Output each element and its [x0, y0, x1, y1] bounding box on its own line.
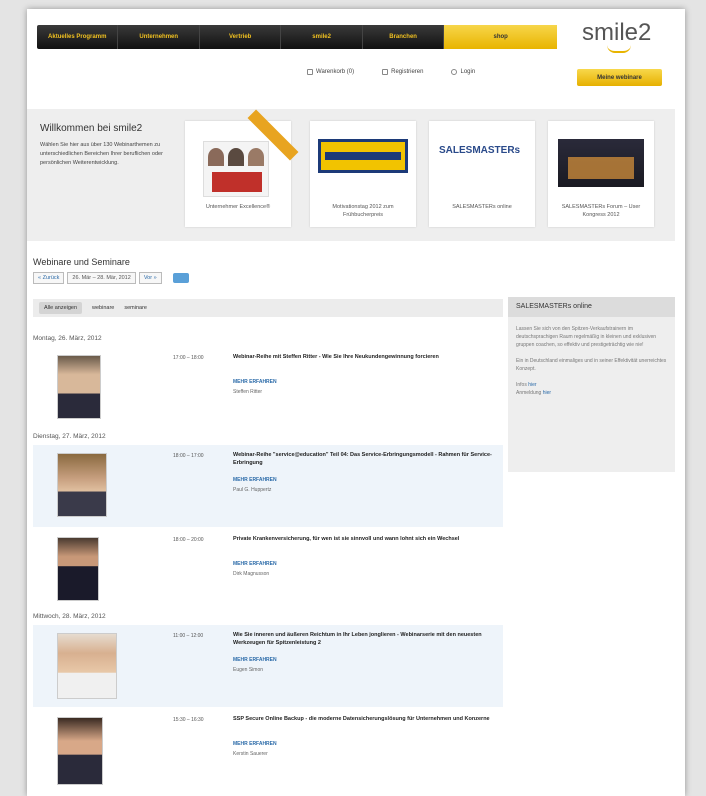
sidebar-title: SALESMASTERs online [508, 297, 675, 317]
event-title[interactable]: Private Krankenversicherung, für wen ist… [233, 535, 493, 543]
tab-seminars[interactable]: seminare [124, 305, 147, 311]
cart-label: Warenkorb (0) [316, 69, 355, 75]
promo-card-salesmasters[interactable]: SALESMASTERs SALESMASTERs online [429, 121, 535, 227]
utility-links: Warenkorb (0) Registrieren Login [307, 69, 475, 75]
event-time: 18:00 – 20:00 [173, 537, 204, 543]
login-label: Login [460, 69, 476, 75]
person-image [208, 148, 224, 166]
cart-link[interactable]: Warenkorb (0) [307, 69, 354, 75]
event-time: 15:30 – 16:30 [173, 717, 204, 723]
sidebar-text: Lassen Sie sich von den Spitzen-Verkaufs… [516, 326, 657, 348]
date-navigation: « Zurück 26. Mär – 28. Mär, 2012 Vor » [33, 272, 189, 284]
event-title[interactable]: SSP Secure Online Backup - die moderne D… [233, 715, 493, 723]
more-link[interactable]: MEHR ERFAHREN [233, 561, 277, 567]
register-link[interactable]: Registrieren [382, 69, 423, 75]
info-link[interactable]: hier [528, 382, 536, 388]
event-row: 18:00 – 20:00 Private Krankenversicherun… [33, 529, 503, 609]
speaker-photo [57, 633, 117, 699]
salesmasters-logo: SALESMASTERs [439, 145, 521, 156]
event-speaker: Kerstin Sauerer [233, 751, 268, 757]
page: Aktuelles Programm Unternehmen Vertrieb … [27, 9, 685, 796]
nav-item-company[interactable]: Unternehmen [118, 25, 200, 49]
welcome-title: Willkommen bei smile2 [40, 123, 143, 134]
event-time: 17:00 – 18:00 [173, 355, 204, 361]
main-nav: Aktuelles Programm Unternehmen Vertrieb … [37, 25, 557, 49]
signup-label: Anmeldung [516, 390, 542, 396]
event-row: 18:00 – 17:00 Webinar-Reihe "service@edu… [33, 445, 503, 527]
tab-webinars[interactable]: webinare [92, 305, 114, 311]
day-heading: Mittwoch, 28. März, 2012 [33, 613, 106, 620]
logo-smile-icon [607, 45, 631, 53]
event-time: 18:00 – 17:00 [173, 453, 204, 459]
welcome-panel: Willkommen bei smile2 Wählen Sie hier au… [27, 109, 675, 241]
event-speaker: Eugen Simon [233, 667, 264, 673]
nav-item-shop[interactable]: shop [444, 25, 557, 49]
promo-caption: Motivationstag 2012 zum Frühbucherpreis [332, 204, 394, 218]
event-speaker: Paul G. Huppertz [233, 487, 272, 493]
sidebar-info: Infos hier Anmeldung hier [508, 381, 675, 397]
excellence-image [203, 141, 269, 197]
calendar-icon[interactable] [172, 273, 189, 283]
welcome-text: Wählen Sie hier aus über 130 Webinarthem… [40, 142, 163, 166]
event-time: 11:00 – 12:00 [173, 633, 204, 639]
nav-item-sales[interactable]: Vertrieb [200, 25, 282, 49]
event-title[interactable]: Webinar-Reihe mit Steffen Ritter - Wie S… [233, 353, 493, 361]
sidebar-box: SALESMASTERs online Lassen Sie sich von … [508, 297, 675, 472]
forum-building-image [558, 139, 644, 187]
more-link[interactable]: MEHR ERFAHREN [233, 379, 277, 385]
logo[interactable]: smile2 [582, 19, 651, 47]
event-title[interactable]: Webinar-Reihe "service@education" Teil 0… [233, 451, 493, 467]
login-icon [451, 69, 458, 75]
event-title[interactable]: Wie Sie inneren und äußeren Reichtum in … [233, 631, 493, 647]
day-heading: Dienstag, 27. März, 2012 [33, 433, 106, 440]
prev-button[interactable]: « Zurück [33, 272, 65, 284]
nav-item-program[interactable]: Aktuelles Programm [37, 25, 119, 49]
register-icon [382, 69, 389, 75]
day-heading: Montag, 26. März, 2012 [33, 335, 102, 342]
book-image [212, 172, 262, 192]
speaker-photo [57, 453, 107, 517]
my-webinars-button[interactable]: Meine webinare [577, 69, 662, 86]
event-row: 15:30 – 16:30 SSP Secure Online Backup -… [33, 709, 503, 791]
event-speaker: Dirk Magnusson [233, 571, 270, 577]
info-label: Infos [516, 382, 527, 388]
sidebar-text-2: Ein in Deutschland einmaliges und in sei… [516, 358, 667, 372]
building-lights [568, 157, 634, 179]
banner-stripe [325, 152, 401, 160]
event-speaker: Steffen Ritter [233, 389, 263, 395]
more-link[interactable]: MEHR ERFAHREN [233, 741, 277, 747]
promo-caption: SALESMASTERs online [452, 204, 512, 210]
cart-icon [307, 69, 313, 75]
nav-item-smile2[interactable]: smile2 [281, 25, 363, 49]
speaker-photo [57, 355, 101, 419]
more-link[interactable]: MEHR ERFAHREN [233, 477, 277, 483]
tab-all[interactable]: Alle anzeigen [39, 302, 83, 314]
promo-card-forum[interactable]: SALESMASTERs Forum – User Kongress 2012 [548, 121, 654, 227]
promo-card-excellence[interactable]: Unternehmer Excellence® [185, 109, 299, 227]
speaker-photo [57, 537, 99, 601]
login-link[interactable]: Login [451, 69, 475, 75]
next-button[interactable]: Vor » [138, 272, 162, 284]
person-image [248, 148, 264, 166]
promo-card-motivationstag[interactable]: Motivationstag 2012 zum Frühbucherpreis [310, 121, 416, 227]
more-link[interactable]: MEHR ERFAHREN [233, 657, 277, 663]
date-range-select[interactable]: 26. Mär – 28. Mär, 2012 [67, 272, 136, 284]
section-title: Webinare und Seminare [33, 257, 130, 267]
person-image [228, 148, 244, 166]
event-row: 17:00 – 18:00 Webinar-Reihe mit Steffen … [33, 347, 503, 429]
speaker-photo [57, 717, 103, 785]
register-label: Registrieren [391, 69, 424, 75]
event-row: 11:00 – 12:00 Wie Sie inneren und äußere… [33, 625, 503, 707]
motivationstag-banner [318, 139, 408, 173]
filter-tabs: Alle anzeigen webinare seminare [33, 299, 503, 317]
signup-link[interactable]: hier [543, 390, 551, 396]
promo-caption: SALESMASTERs Forum – User Kongress 2012 [561, 204, 641, 218]
promo-caption: Unternehmer Excellence® [205, 204, 271, 210]
nav-item-industries[interactable]: Branchen [363, 25, 445, 49]
